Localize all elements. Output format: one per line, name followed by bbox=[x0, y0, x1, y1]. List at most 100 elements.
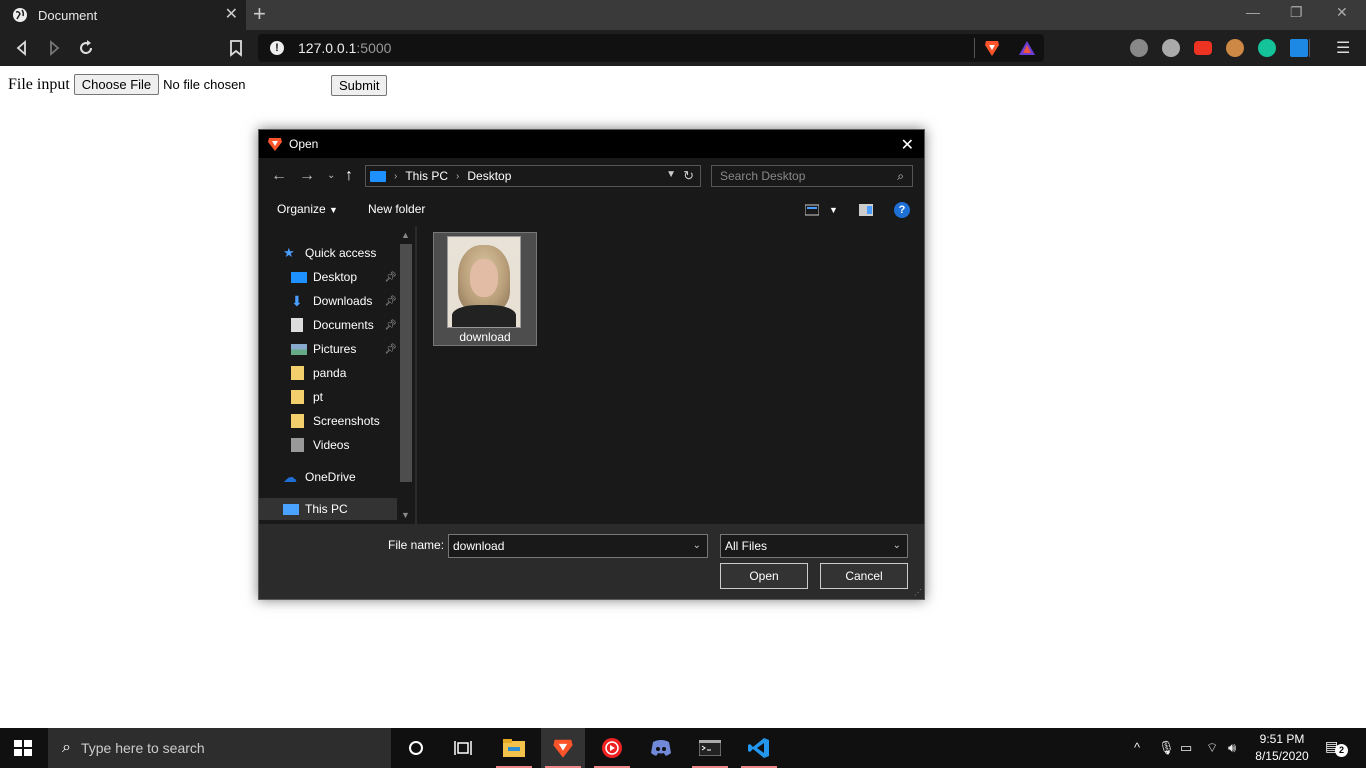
close-tab-icon[interactable]: ✕ bbox=[225, 7, 238, 23]
pin-icon: 📌︎ bbox=[384, 343, 397, 355]
terminal-icon[interactable] bbox=[688, 728, 732, 768]
portrait-face bbox=[470, 259, 498, 297]
extension-power-icon[interactable] bbox=[1130, 39, 1148, 57]
browser-tabstrip: Document ✕ + — ❐ ✕ bbox=[0, 0, 1366, 30]
action-center-icon[interactable]: ▤ 2 bbox=[1325, 738, 1348, 758]
folder-icon bbox=[291, 390, 304, 404]
info-icon[interactable]: ! bbox=[270, 41, 284, 55]
submit-button[interactable]: Submit bbox=[331, 75, 388, 96]
restore-icon[interactable]: ❐ bbox=[1290, 4, 1303, 21]
reload-icon[interactable] bbox=[76, 38, 96, 58]
brave-taskbar-icon[interactable] bbox=[541, 728, 585, 768]
file-item-download[interactable]: download bbox=[433, 232, 537, 346]
address-bar[interactable]: ! 127.0.0.1:5000 bbox=[258, 34, 1044, 62]
new-tab-button[interactable]: + bbox=[253, 3, 266, 25]
battery-icon[interactable]: ▭ bbox=[1180, 740, 1192, 756]
nav-item-documents[interactable]: Documents 📌︎ bbox=[291, 314, 397, 336]
breadcrumb-this-pc[interactable]: This PC bbox=[405, 169, 448, 183]
this-pc-icon bbox=[370, 170, 386, 182]
nav-item-pictures[interactable]: Pictures 📌︎ bbox=[291, 338, 397, 360]
chevron-down-icon[interactable]: ⌄ bbox=[693, 535, 701, 557]
search-input[interactable]: Search Desktop ⌕ bbox=[711, 165, 913, 187]
organize-button[interactable]: Organize ▼ bbox=[277, 202, 338, 216]
close-window-icon[interactable]: ✕ bbox=[1336, 4, 1348, 21]
file-list-area[interactable]: download bbox=[417, 226, 924, 524]
nav-label: Downloads bbox=[313, 294, 373, 308]
microphone-icon[interactable]: 🎙︎ bbox=[1158, 740, 1175, 756]
nav-item-this-pc[interactable]: This PC bbox=[259, 498, 397, 520]
minimize-icon[interactable]: — bbox=[1246, 4, 1260, 20]
nav-item-onedrive[interactable]: ☁ OneDrive bbox=[283, 466, 401, 488]
brave-rewards-icon[interactable] bbox=[1018, 40, 1036, 56]
file-type-select[interactable]: All Files ⌄ bbox=[720, 534, 908, 558]
extension-cloud-icon[interactable] bbox=[1162, 39, 1180, 57]
cancel-button[interactable]: Cancel bbox=[820, 563, 908, 589]
breadcrumb[interactable]: › This PC › Desktop ▼ ↻ bbox=[365, 165, 701, 187]
nav-label: Desktop bbox=[313, 270, 358, 284]
task-view-icon[interactable] bbox=[441, 728, 485, 768]
extension-download-icon[interactable] bbox=[1290, 39, 1308, 57]
nav-scrollbar[interactable]: ▲ ▼ bbox=[399, 228, 413, 522]
back-arrow-icon[interactable]: ← bbox=[271, 167, 287, 185]
scroll-up-icon[interactable]: ▲ bbox=[401, 230, 410, 240]
brave-shields-icon[interactable] bbox=[984, 39, 1000, 57]
windows-start-icon[interactable] bbox=[14, 740, 32, 756]
nav-item-downloads[interactable]: ⬇ Downloads 📌︎ bbox=[291, 290, 397, 312]
chevron-up-icon[interactable]: ^ bbox=[1134, 740, 1140, 755]
choose-file-button[interactable]: Choose File bbox=[73, 74, 160, 95]
close-dialog-icon[interactable]: ✕ bbox=[901, 135, 914, 155]
desktop-icon bbox=[291, 271, 307, 283]
scroll-down-icon[interactable]: ▼ bbox=[401, 510, 410, 520]
vscode-icon[interactable] bbox=[737, 728, 781, 768]
chevron-down-icon[interactable]: ▼ bbox=[666, 169, 676, 180]
back-icon[interactable] bbox=[12, 38, 32, 58]
breadcrumb-desktop[interactable]: Desktop bbox=[467, 169, 511, 183]
file-explorer-icon[interactable] bbox=[492, 728, 536, 768]
forward-icon[interactable] bbox=[44, 38, 64, 58]
resize-grip-icon[interactable]: ⋰ bbox=[914, 588, 922, 597]
extension-owl-icon[interactable] bbox=[1226, 39, 1244, 57]
open-button[interactable]: Open bbox=[720, 563, 808, 589]
bookmark-icon[interactable] bbox=[226, 38, 246, 58]
dialog-titlebar[interactable]: Open ✕ bbox=[259, 130, 924, 158]
search-icon[interactable]: ⌕ bbox=[897, 166, 904, 186]
wifi-icon[interactable]: ⌔ bbox=[1206, 740, 1218, 756]
forward-arrow-icon[interactable]: → bbox=[299, 167, 315, 185]
nav-item-videos[interactable]: Videos bbox=[291, 434, 397, 456]
chevron-down-icon[interactable]: ⌄ bbox=[893, 535, 901, 557]
breadcrumb-separator-icon[interactable]: › bbox=[394, 171, 397, 182]
preview-pane-icon[interactable] bbox=[859, 204, 873, 216]
nav-item-desktop[interactable]: Desktop 📌︎ bbox=[291, 266, 397, 288]
search-placeholder: Search Desktop bbox=[720, 169, 806, 183]
change-view-icon[interactable] bbox=[805, 204, 819, 216]
refresh-icon[interactable]: ↻ bbox=[683, 168, 694, 184]
clock-time: 9:51 PM bbox=[1259, 732, 1305, 746]
tab-document[interactable]: Document ✕ bbox=[0, 0, 246, 30]
view-options-chevron-icon[interactable]: ▼ bbox=[829, 205, 838, 215]
taskbar-search-box[interactable]: ⌕ Type here to search bbox=[48, 728, 391, 768]
system-clock[interactable]: 9:51 PM 8/15/2020 bbox=[1252, 731, 1312, 765]
up-arrow-icon[interactable]: ↑ bbox=[345, 167, 353, 185]
recent-locations-icon[interactable]: ⌄ bbox=[327, 170, 335, 181]
new-folder-button[interactable]: New folder bbox=[368, 202, 425, 216]
menu-icon[interactable]: ☰ bbox=[1336, 38, 1350, 58]
help-icon[interactable]: ? bbox=[894, 202, 910, 218]
extension-video-icon[interactable] bbox=[1194, 41, 1212, 55]
file-name-input[interactable]: download ⌄ bbox=[448, 534, 708, 558]
youtube-music-icon[interactable] bbox=[590, 728, 634, 768]
dialog-command-bar: Organize ▼ New folder ▼ ? bbox=[259, 194, 924, 226]
cortana-icon[interactable] bbox=[394, 728, 438, 768]
nav-item-screenshots[interactable]: Screenshots bbox=[291, 410, 397, 432]
grammarly-icon[interactable] bbox=[1258, 39, 1276, 57]
nav-item-pt[interactable]: pt bbox=[291, 386, 397, 408]
no-file-text: No file chosen bbox=[163, 77, 246, 92]
volume-icon[interactable]: 🔊︎ bbox=[1228, 740, 1236, 756]
nav-item-quick-access[interactable]: ★ Quick access bbox=[283, 242, 401, 264]
search-icon: ⌕ bbox=[62, 739, 71, 756]
url-text: 127.0.0.1:5000 bbox=[298, 40, 392, 56]
scrollbar-thumb[interactable] bbox=[400, 244, 412, 482]
breadcrumb-separator-icon[interactable]: › bbox=[456, 171, 459, 182]
nav-item-panda[interactable]: panda bbox=[291, 362, 397, 384]
discord-icon[interactable] bbox=[639, 728, 683, 768]
cloud-icon: ☁ bbox=[283, 469, 297, 485]
